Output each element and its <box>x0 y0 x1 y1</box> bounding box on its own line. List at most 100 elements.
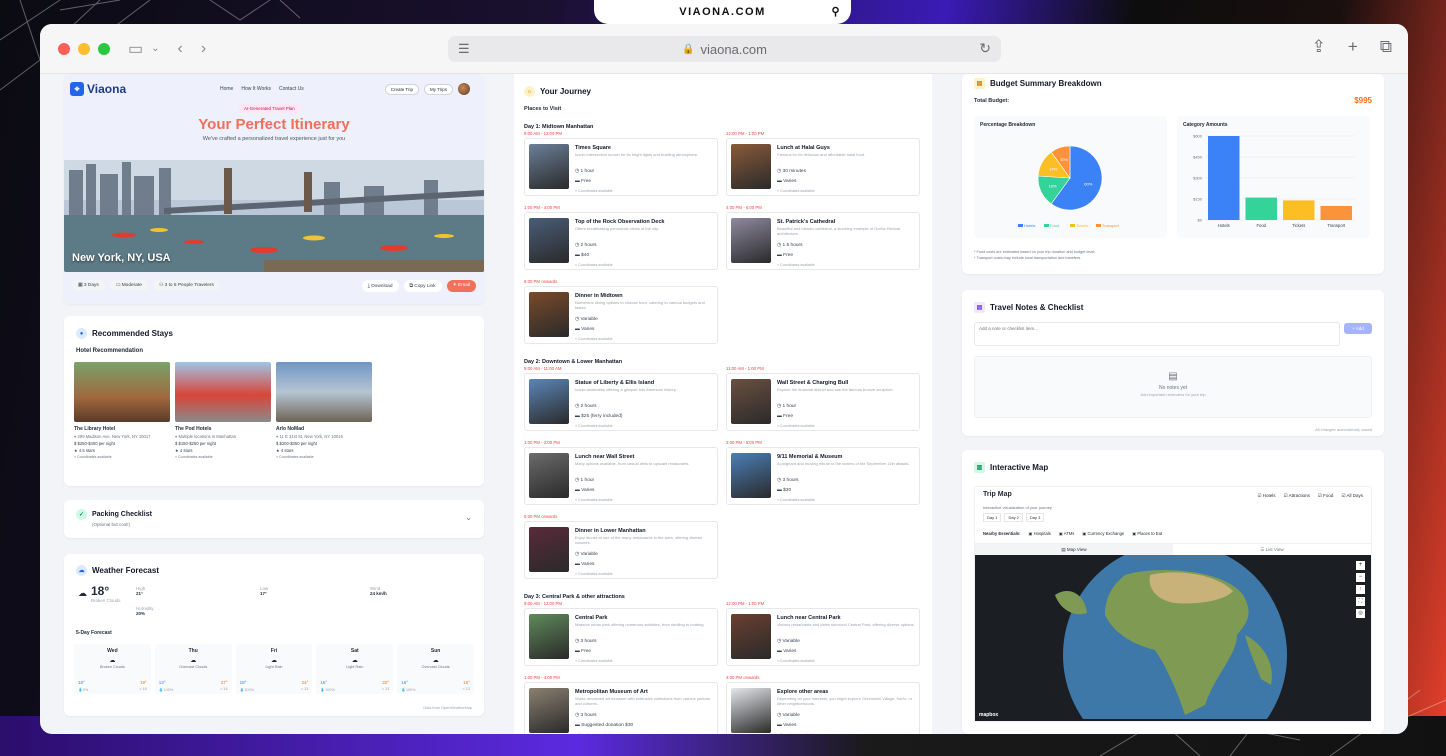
essential-hospitals[interactable]: ▣ Hospitals <box>1028 531 1050 536</box>
day1-button[interactable]: Day 1 <box>983 513 1002 522</box>
activity-time: 12:00 PM - 1:00 PM <box>726 131 765 136</box>
fullscreen-icon[interactable]: ⛶ <box>1356 597 1365 606</box>
activity-card[interactable]: Lunch near Central Park Various restauran… <box>726 608 920 666</box>
activity-coords: ⌖ Coordinates available <box>777 424 815 428</box>
nav-home[interactable]: Home <box>220 86 233 92</box>
nav-how-it-works[interactable]: How It Works <box>241 86 271 92</box>
activity-image <box>529 527 569 572</box>
reload-icon[interactable]: ↻ <box>979 40 991 57</box>
filter-hotels[interactable]: ☑ Hotels <box>1258 493 1276 499</box>
minimize-button[interactable] <box>78 42 90 55</box>
activity-card[interactable]: Times Square Iconic intersection known fo… <box>524 138 718 196</box>
map-view[interactable]: + − ↑ ⛶ ◎ mapbox <box>975 555 1371 721</box>
compass-icon[interactable]: ↑ <box>1356 585 1365 594</box>
chevron-down-icon[interactable]: ⌄ <box>465 513 472 522</box>
filter-attractions[interactable]: ☑ Attractions <box>1284 493 1310 499</box>
activity-name: Wall Street & Charging Bull <box>777 380 849 386</box>
activity-price: ▬ Varies <box>777 179 797 184</box>
packing-card[interactable]: ✓ Packing Checklist (Optional but cool!) … <box>64 500 484 538</box>
legend-label: Tickets <box>1076 223 1089 228</box>
hotel-address: ⌖ 299 Madison Ave, New York, NY 10017 <box>74 434 151 439</box>
activity-image <box>731 144 771 189</box>
x-tick-label: Hotels <box>1218 223 1230 228</box>
add-note-button[interactable]: + Add <box>1344 323 1372 334</box>
day3-button[interactable]: Day 3 <box>1025 513 1045 522</box>
activity-image <box>529 379 569 424</box>
email-button[interactable]: ✈ Email <box>446 280 476 292</box>
cloud-icon: ☁ <box>76 565 87 576</box>
share-icon[interactable]: ⇪ <box>1312 37 1326 57</box>
zoom-out-button[interactable]: − <box>1356 573 1365 582</box>
tabs-overview-icon[interactable]: ⧉ <box>1380 37 1392 57</box>
maximize-button[interactable] <box>98 42 110 55</box>
bar[interactable] <box>1283 200 1315 220</box>
activity-coords: ⌖ Coordinates available <box>575 498 613 502</box>
activity-card[interactable]: Wall Street & Charging Bull Explore the f… <box>726 373 920 431</box>
y-tick-label: $300 <box>1193 176 1203 181</box>
zoom-in-button[interactable]: + <box>1356 561 1365 570</box>
search-icon[interactable]: ⚲ <box>831 5 841 18</box>
activity-price: ▬ Free <box>777 414 794 419</box>
forward-icon[interactable]: › <box>201 40 206 58</box>
avatar[interactable] <box>458 83 470 95</box>
essential-currency[interactable]: ▣ Currency Exchange <box>1082 531 1124 536</box>
tab-list-view[interactable]: ☰ List View <box>1173 544 1371 555</box>
activity-card[interactable]: Dinner in Midtown Numerous dining options… <box>524 286 718 344</box>
address-bar[interactable]: ☰ 🔒 viaona.com ↻ <box>448 36 1001 62</box>
day2-button[interactable]: Day 2 <box>1004 513 1023 522</box>
activity-image <box>731 218 771 263</box>
filter-food[interactable]: ☑ Food <box>1318 493 1334 499</box>
activity-price: ▬ Free <box>575 179 592 184</box>
activity-name: Explore other areas <box>777 689 829 695</box>
copy-link-button[interactable]: ⧉ Copy Link <box>403 280 442 292</box>
hotel-card[interactable]: Arlo NoMad ⌖ 11 E 31st St, New York, NY … <box>276 362 372 459</box>
legend-swatch <box>1018 224 1023 227</box>
packing-title: Packing Checklist <box>92 511 152 518</box>
stays-subtitle: Hotel Recommendation <box>76 348 144 354</box>
filter-all-days[interactable]: ☑ All Days <box>1341 493 1363 499</box>
activity-time: 1:00 PM - 4:00 PM <box>524 205 560 210</box>
activity-coords: ⌖ Coordinates available <box>575 572 613 576</box>
nav-contact[interactable]: Contact Us <box>279 86 304 92</box>
activity-name: Dinner in Midtown <box>575 293 623 299</box>
bar[interactable] <box>1245 197 1278 220</box>
back-icon[interactable]: ‹ <box>178 40 183 58</box>
activity-desc: Enjoy dinner at one of the many restaura… <box>575 535 703 545</box>
activity-card[interactable]: Central Park Massive urban park offering … <box>524 608 718 666</box>
chevron-down-icon[interactable]: ⌄ <box>151 43 159 54</box>
close-button[interactable] <box>58 42 70 55</box>
activity-card[interactable]: Lunch near Wall Street Many options avail… <box>524 447 718 505</box>
trip-chips: ▦ 3 Days ▭ Moderate ⚇ 3 to 5 People Trav… <box>72 280 220 291</box>
sidebar-icon[interactable]: ▭ <box>128 39 143 59</box>
tab-map-view[interactable]: ▤ Map View <box>975 544 1173 555</box>
activity-card[interactable]: 9/11 Memorial & Museum A poignant and mov… <box>726 447 920 505</box>
activity-card[interactable]: Explore other areas Depending on your int… <box>726 682 920 734</box>
activity-desc: World-renowned art museum with extensive… <box>575 696 710 706</box>
activity-duration: ◷ Variable <box>575 552 598 557</box>
bar[interactable] <box>1320 206 1353 220</box>
activity-card[interactable]: Dinner in Lower Manhattan Enjoy dinner at… <box>524 521 718 579</box>
activity-card[interactable]: St. Patrick's Cathedral Beautiful and his… <box>726 212 920 270</box>
note-input[interactable] <box>974 322 1340 346</box>
create-trip-button[interactable]: Create Trip <box>384 83 419 95</box>
hotel-card[interactable]: The Library Hotel ⌖ 299 Madison Ave, New… <box>74 362 170 459</box>
activity-card[interactable]: Lunch at Halal Guys Famous for its delici… <box>726 138 920 196</box>
hotel-card[interactable]: The Pod Hotels ⌖ Multiple locations in M… <box>175 362 271 459</box>
locate-icon[interactable]: ◎ <box>1356 609 1365 618</box>
activity-card[interactable]: Statue of Liberty & Ellis Island Iconic l… <box>524 373 718 431</box>
url-banner-text: VIAONA.COM <box>679 6 766 18</box>
essential-food[interactable]: ▣ Places to Eat <box>1132 531 1162 536</box>
download-button[interactable]: ⤓ Download <box>361 280 399 292</box>
activity-card[interactable]: Metropolitan Museum of Art World-renowned… <box>524 682 718 734</box>
activity-price: ▬ Varies <box>777 649 797 654</box>
activity-coords: ⌖ Coordinates available <box>575 189 613 193</box>
new-tab-icon[interactable]: + <box>1348 37 1358 57</box>
hotel-rating: ★ 4.5 stars <box>74 448 95 453</box>
page-menu-icon[interactable]: ☰ <box>458 41 470 57</box>
essential-atms[interactable]: ▣ ATMs <box>1059 531 1075 536</box>
forecast-low: 18° <box>239 680 247 685</box>
bar[interactable] <box>1208 136 1240 220</box>
my-trips-button[interactable]: My Trips <box>423 83 453 95</box>
activity-card[interactable]: Top of the Rock Observation Deck Offers b… <box>524 212 718 270</box>
logo[interactable]: ⌖ Viaona <box>70 82 126 96</box>
